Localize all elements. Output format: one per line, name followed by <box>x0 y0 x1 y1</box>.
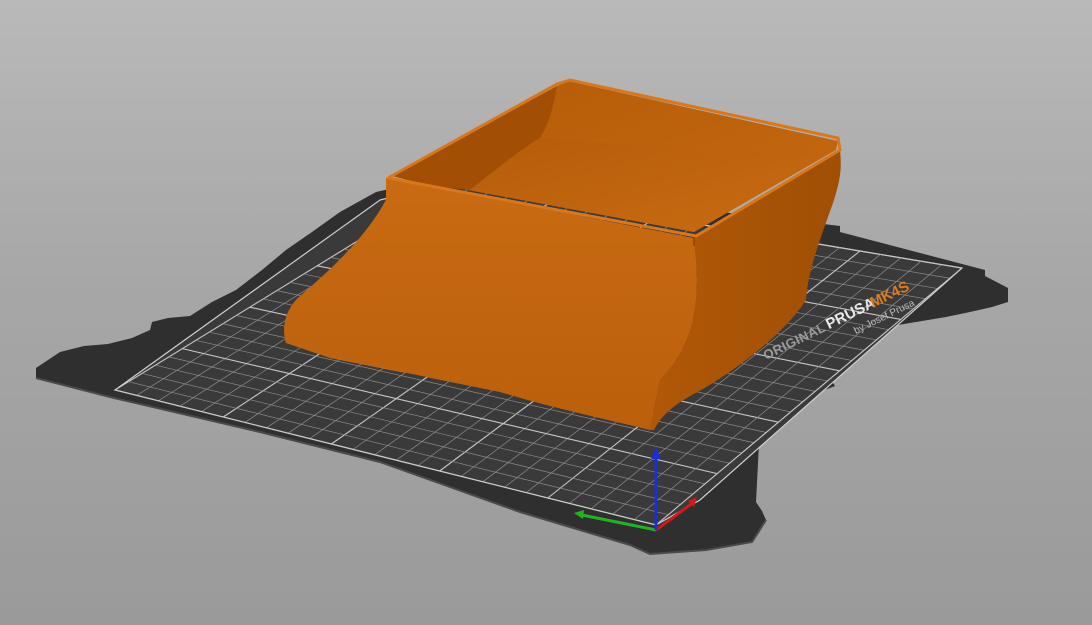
scene-canvas[interactable]: ORIGINAL PRUSA MK4S by Josef Prusa <box>0 0 1092 625</box>
3d-viewport[interactable]: ORIGINAL PRUSA MK4S by Josef Prusa <box>0 0 1092 625</box>
